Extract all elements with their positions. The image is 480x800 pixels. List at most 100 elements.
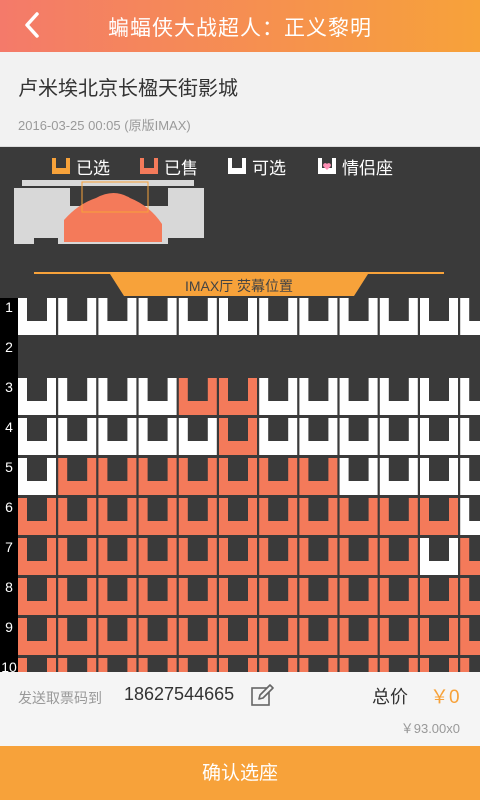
row-number: 4 [5,419,13,435]
row-number: 5 [5,459,13,475]
legend-couple-label: 情侣座 [342,159,393,179]
seat-sold [18,498,56,535]
seat-available[interactable] [259,418,298,455]
total-price-value: ￥0 [430,687,460,708]
seat-available[interactable] [339,458,378,495]
confirm-seat-button[interactable]: 确认选座 [0,746,480,800]
selected-seat-icon [52,158,70,174]
seat-available[interactable] [379,378,418,415]
seat-sold [420,578,458,615]
seat-sold [379,658,418,672]
row-number: 3 [5,379,13,395]
seat-sold [219,538,257,575]
seat-sold [259,458,298,495]
seat-map-thumbnail[interactable] [8,180,206,246]
seat-sold [460,538,480,575]
seat-available[interactable] [420,378,458,415]
seat-sold [58,538,97,575]
seat-sold [420,498,458,535]
seat-sold [379,578,418,615]
seat-sold [339,618,378,655]
seat-sold [18,578,56,615]
seat-available[interactable] [18,418,56,455]
seat-available[interactable] [460,458,480,495]
seat-sold [138,458,177,495]
seat-available[interactable] [460,418,480,455]
seat-sold [58,458,97,495]
seat-available[interactable] [138,418,177,455]
seat-available[interactable] [98,418,137,455]
seat-sold [18,538,56,575]
seat-available[interactable] [299,378,338,415]
seat-sold [259,618,298,655]
screen-label-text: IMAX厅 荧幕位置 [184,278,294,294]
seat-available[interactable] [138,378,177,415]
seat-available[interactable] [18,378,56,415]
seat-sold [178,458,217,495]
cinema-info: 卢米埃北京长楹天街影城 2016-03-25 00:05 (原版IMAX) [0,52,480,147]
available-seat-icon [228,158,246,174]
unit-price: ￥93.00x0 [400,721,460,736]
seat-available[interactable] [460,498,480,535]
seat-sold [219,458,257,495]
seat-available[interactable] [379,418,418,455]
seat-sold [98,618,137,655]
seat-available[interactable] [339,418,378,455]
seat-available[interactable] [58,378,97,415]
sold-seat-icon [140,158,158,174]
legend-available-label: 可选 [252,159,286,179]
seat-available[interactable] [178,298,217,335]
seat-available[interactable] [259,378,298,415]
row-number: 1 [5,299,13,315]
seat-sold [18,658,56,672]
seat-sold [299,498,338,535]
seat-sold [219,578,257,615]
seat-available[interactable] [138,298,177,335]
seat-available[interactable] [18,298,56,335]
seat-sold [138,618,177,655]
seat-available[interactable] [18,458,56,495]
seat-sold [98,458,137,495]
seat-available[interactable] [420,418,458,455]
seat-available[interactable] [460,298,480,335]
legend-sold-label: 已售 [164,159,198,179]
seat-available[interactable] [420,458,458,495]
seat-available[interactable] [379,298,418,335]
seat-sold [299,658,338,672]
seat-available[interactable] [299,298,338,335]
page-title: 蝙蝠侠大战超人：正义黎明 [108,16,372,40]
seat-available[interactable] [379,458,418,495]
send-code-label: 发送取票码到 [18,691,102,707]
seat-sold [259,538,298,575]
seat-sold [299,538,338,575]
seat-available[interactable] [58,298,97,335]
seat-sold [339,498,378,535]
seat-available[interactable] [420,298,458,335]
seat-sold [379,498,418,535]
seat-available[interactable] [219,298,257,335]
seat-available[interactable] [98,298,137,335]
seat-sold [219,498,257,535]
seat-available[interactable] [339,298,378,335]
seat-sold [98,658,137,672]
seat-available[interactable] [339,378,378,415]
showtime: 2016-03-25 00:05 (原版IMAX) [18,118,191,133]
edit-icon[interactable] [250,684,274,708]
seat-available[interactable] [420,538,458,575]
seat-sold [98,578,137,615]
seat-sold [178,658,217,672]
seat-sold [178,618,217,655]
seat-available[interactable] [98,378,137,415]
seat-sold [178,538,217,575]
order-summary: 发送取票码到 18627544665 总价 ￥0 ￥93.00x0 [0,672,480,746]
seat-available[interactable] [178,418,217,455]
seat-sold [178,498,217,535]
couple-seat-icon [318,158,336,174]
seat-sold [98,498,137,535]
seat-sold [178,578,217,615]
seat-available[interactable] [299,418,338,455]
seat-available[interactable] [460,378,480,415]
seat-available[interactable] [58,418,97,455]
seat-available[interactable] [259,298,298,335]
seat-grid[interactable] [18,298,480,672]
